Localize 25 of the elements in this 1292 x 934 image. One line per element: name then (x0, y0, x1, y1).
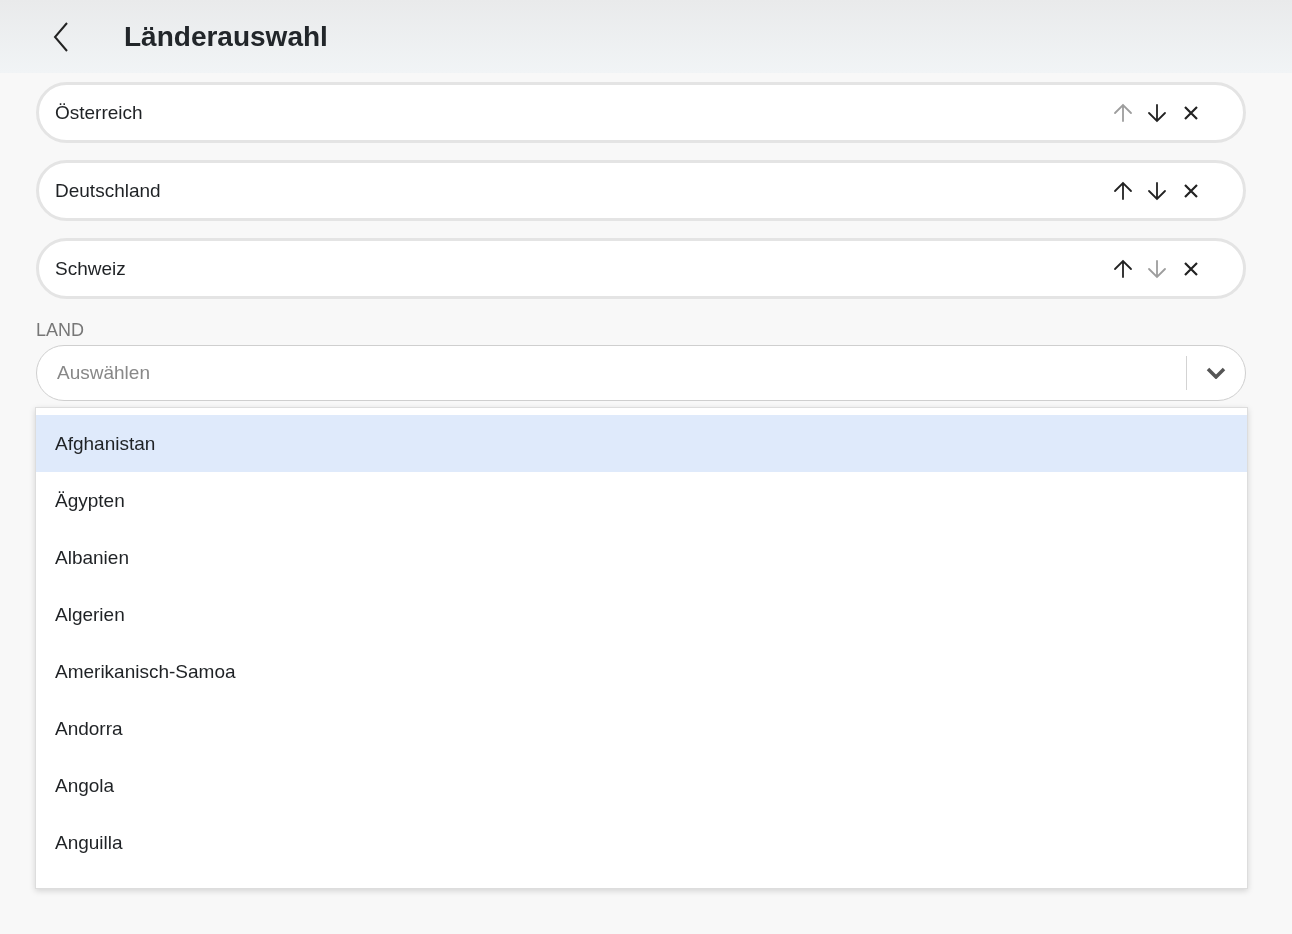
close-icon (1184, 183, 1198, 198)
option-item[interactable]: Amerikanisch-Samoa (36, 643, 1247, 700)
arrow-up-icon (1113, 102, 1133, 123)
arrow-down-icon (1147, 258, 1167, 279)
arrow-up-icon (1113, 258, 1133, 279)
close-icon (1184, 105, 1198, 120)
back-icon (53, 21, 69, 52)
arrow-down-icon (1147, 102, 1167, 123)
country-select[interactable]: Auswählen (36, 345, 1246, 401)
field-label: LAND (36, 320, 85, 341)
option-item[interactable]: Albanien (36, 529, 1247, 586)
option-item[interactable]: Angola (36, 757, 1247, 814)
select-placeholder: Auswählen (57, 362, 151, 384)
close-icon (1184, 261, 1198, 276)
country-name: Deutschland (55, 179, 162, 202)
option-item[interactable]: Anguilla (36, 814, 1247, 871)
option-item[interactable]: Algerien (36, 586, 1247, 643)
option-item[interactable]: Ägypten (36, 472, 1247, 529)
page-title: Länderauswahl (124, 20, 328, 53)
country-name: Österreich (55, 101, 144, 124)
option-item[interactable]: Afghanistan (36, 415, 1247, 472)
arrow-up-icon (1113, 180, 1133, 201)
country-name: Schweiz (55, 257, 127, 280)
arrow-down-icon (1147, 180, 1167, 201)
option-item[interactable]: Andorra (36, 700, 1247, 757)
